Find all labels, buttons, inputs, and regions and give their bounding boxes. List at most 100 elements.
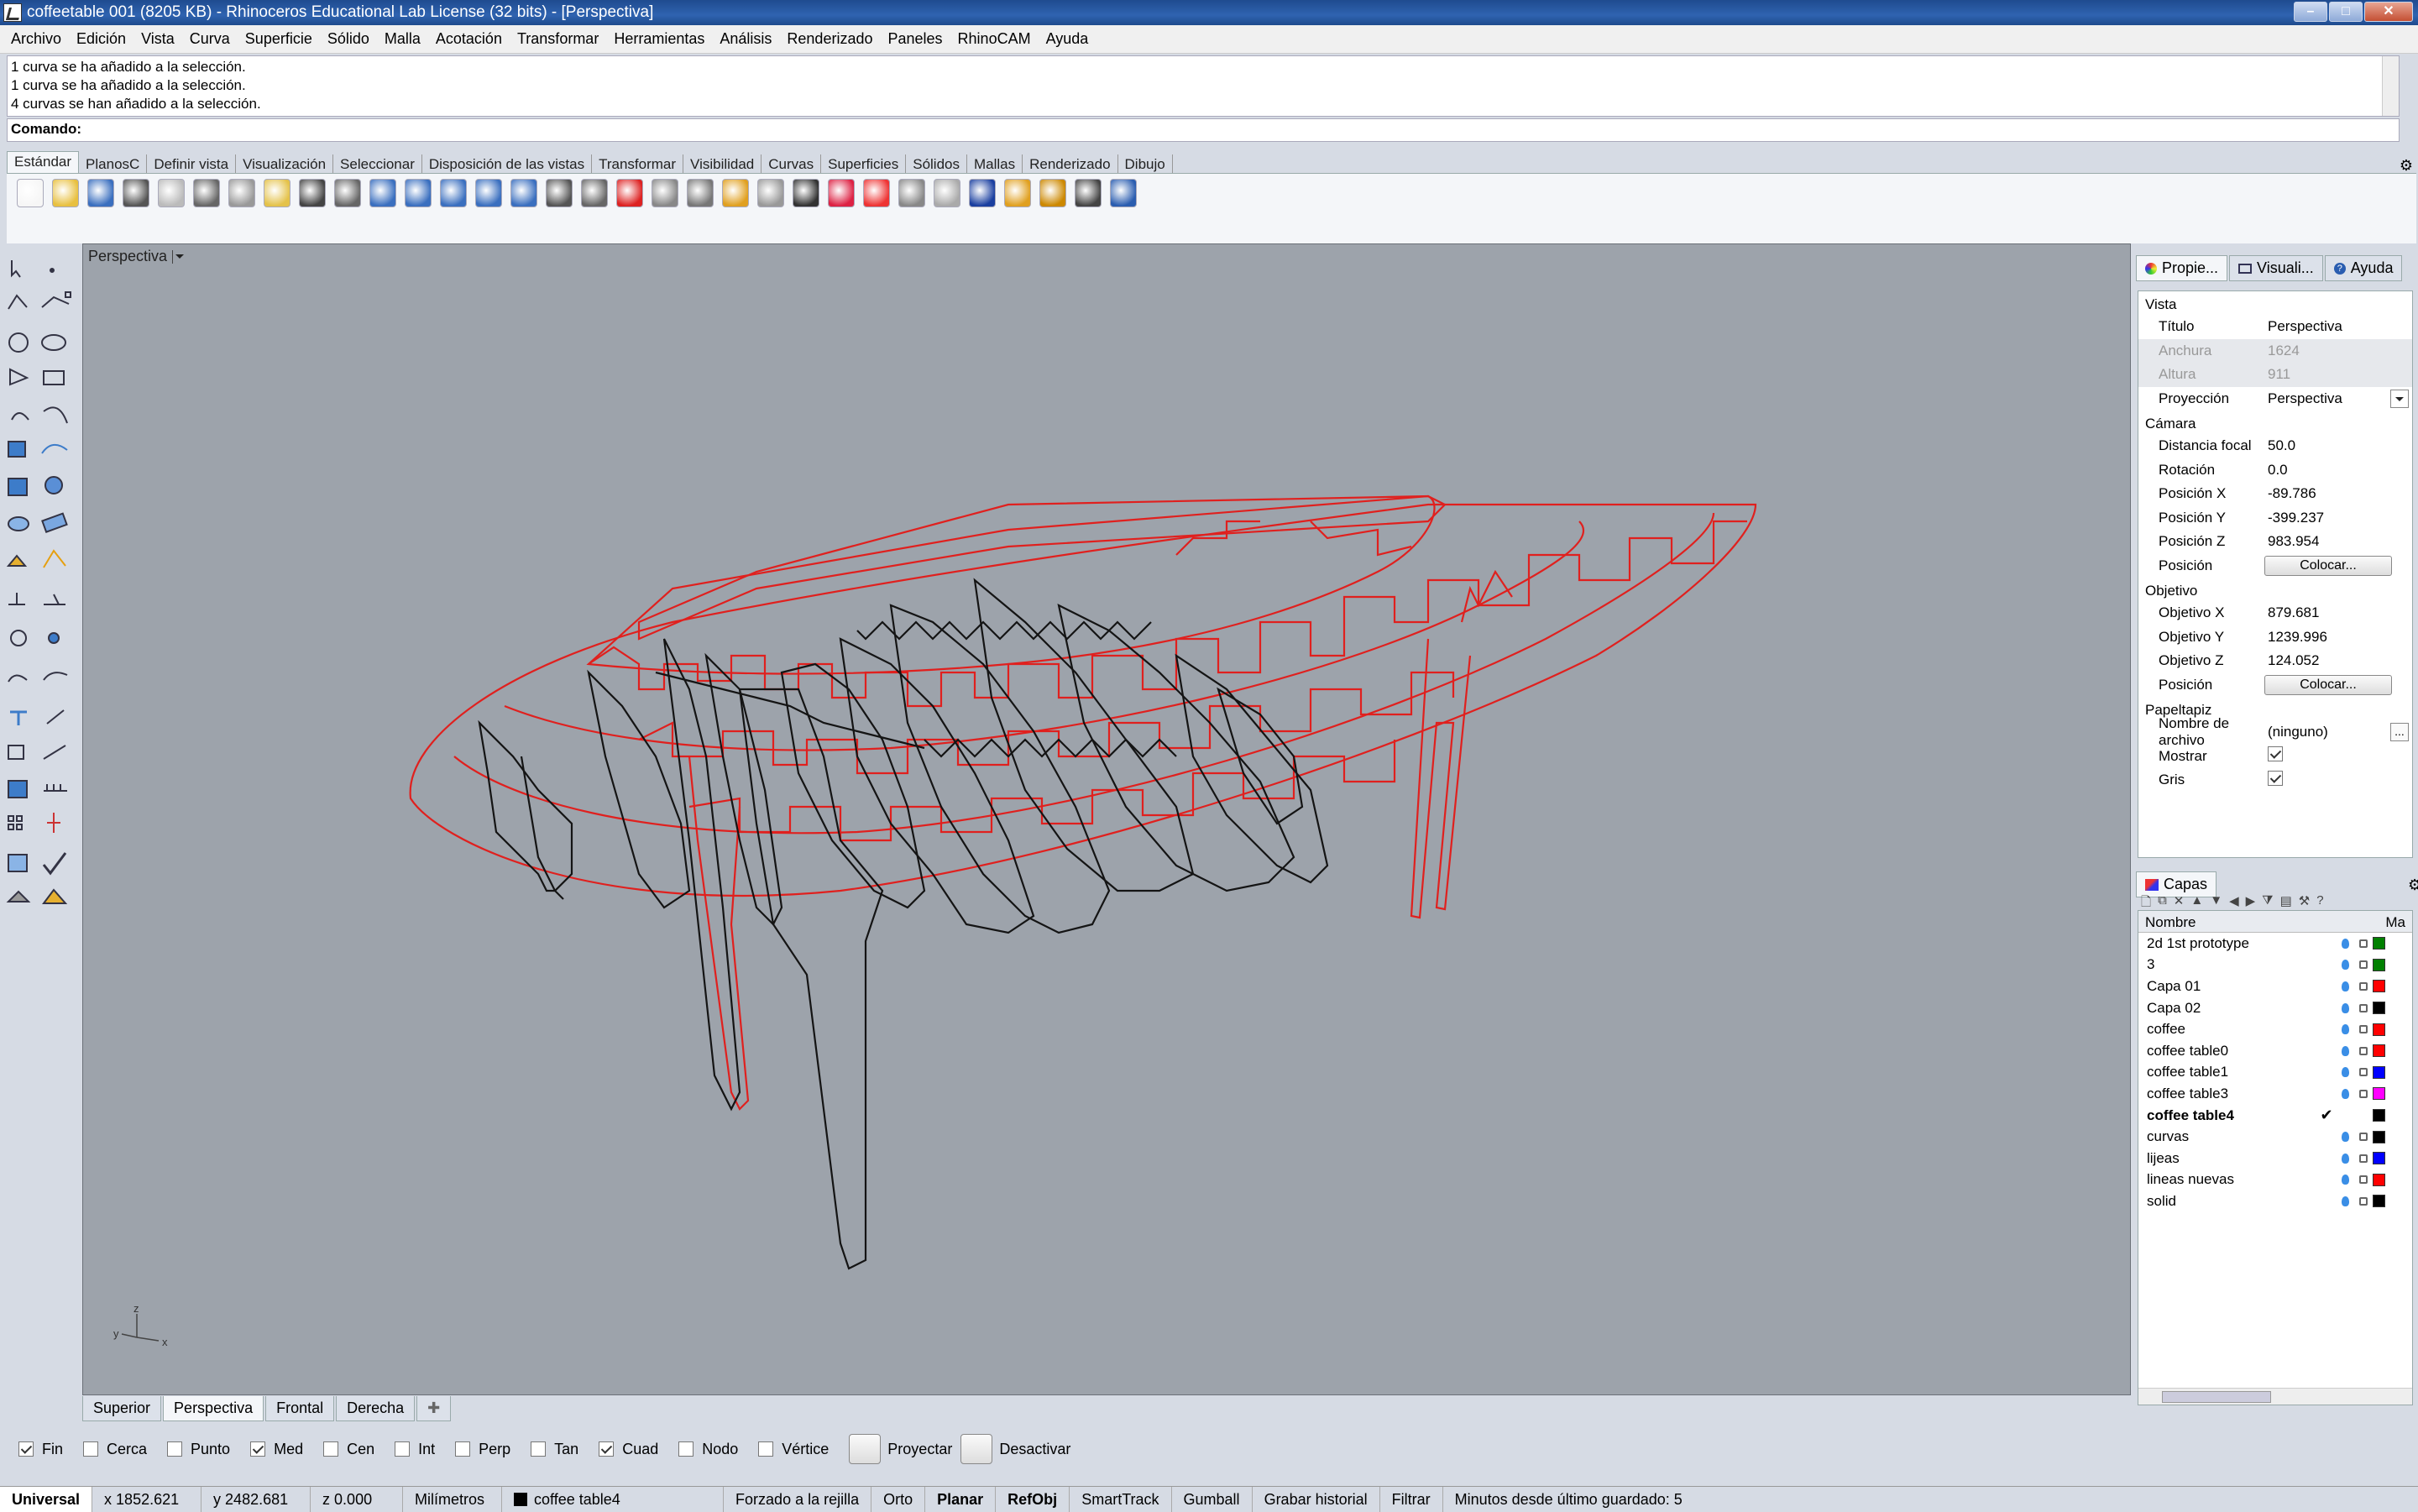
layers-help-icon[interactable]: ? — [2316, 893, 2323, 910]
grid-snap-toggle[interactable]: Forzado a la rejilla — [724, 1486, 872, 1512]
menu-paneles[interactable]: Paneles — [880, 30, 950, 48]
camera-place-button[interactable]: Colocar... — [2264, 555, 2392, 576]
render-blue-icon[interactable] — [969, 179, 996, 207]
osnap-checkbox[interactable] — [678, 1441, 694, 1457]
layer-lock-icon[interactable] — [2354, 1065, 2373, 1079]
layers-material-header[interactable]: Ma — [2385, 914, 2405, 930]
layer-name[interactable]: coffee table0 — [2147, 1043, 2336, 1059]
layer-visibility-bulb-icon[interactable] — [2336, 1152, 2354, 1165]
layer-color-swatch[interactable] — [2373, 1002, 2385, 1015]
layer-lock-icon[interactable] — [2354, 1130, 2373, 1143]
import-icon[interactable] — [158, 179, 185, 207]
layer-color-swatch[interactable] — [2373, 980, 2385, 993]
history-scrollbar[interactable] — [2382, 56, 2399, 116]
menu-transformar[interactable]: Transformar — [510, 30, 606, 48]
tab-display[interactable]: Visuali... — [2229, 255, 2323, 281]
move-out-icon[interactable]: ◀ — [2229, 893, 2239, 910]
osnap-cerca[interactable]: Cerca — [83, 1441, 147, 1458]
layer-visibility-bulb-icon[interactable] — [2336, 980, 2354, 993]
tab-perspectiva[interactable]: Perspectiva — [163, 1396, 264, 1421]
menu-solido[interactable]: Sólido — [320, 30, 377, 48]
layer-visibility-bulb-icon[interactable] — [2336, 1087, 2354, 1101]
menu-malla[interactable]: Malla — [377, 30, 428, 48]
tab-derecha[interactable]: Derecha — [336, 1396, 416, 1421]
layer-name[interactable]: coffee table3 — [2147, 1086, 2336, 1102]
layer-lock-icon[interactable] — [2354, 1173, 2373, 1186]
tab-transformar[interactable]: Transformar — [592, 154, 684, 175]
projection-dropdown-icon[interactable] — [2390, 389, 2409, 408]
tab-solidos[interactable]: Sólidos — [906, 154, 967, 175]
osnap-checkbox[interactable] — [395, 1441, 411, 1457]
layer-row[interactable]: curvas — [2138, 1126, 2412, 1148]
layer-row[interactable]: coffee table0 — [2138, 1040, 2412, 1062]
layer-visibility-bulb-icon[interactable] — [2336, 1173, 2354, 1186]
layer-row[interactable]: coffee table4 ✔ — [2138, 1105, 2412, 1127]
lock-icon[interactable] — [793, 179, 819, 207]
light-icon[interactable] — [757, 179, 784, 207]
menu-edicion[interactable]: Edición — [69, 30, 133, 48]
ortho-toggle[interactable]: Orto — [871, 1486, 926, 1512]
layer-row[interactable]: coffee — [2138, 1018, 2412, 1040]
layer-color-swatch[interactable] — [2373, 958, 2385, 971]
cut-icon[interactable] — [193, 179, 220, 207]
toggle-icon[interactable] — [652, 179, 678, 207]
menu-superficie[interactable]: Superficie — [238, 30, 320, 48]
layer-visibility-bulb-icon[interactable] — [2336, 937, 2354, 950]
layer-row[interactable]: coffee table3 — [2138, 1083, 2412, 1105]
menu-curva[interactable]: Curva — [182, 30, 238, 48]
osnap-toggle[interactable]: RefObj — [996, 1486, 1070, 1512]
layer-row[interactable]: solid — [2138, 1190, 2412, 1212]
tab-superficies[interactable]: Superficies — [821, 154, 907, 175]
four-views-icon[interactable] — [581, 179, 608, 207]
osnap-checkbox[interactable] — [83, 1441, 99, 1457]
layer-lock-icon[interactable] — [2354, 1044, 2373, 1058]
layer-lock-icon[interactable] — [2354, 937, 2373, 950]
layer-name[interactable]: coffee — [2147, 1021, 2336, 1038]
move-down-icon[interactable]: ▼ — [2210, 893, 2222, 910]
layer-row[interactable]: 3 — [2138, 955, 2412, 976]
grey-wallpaper-checkbox[interactable] — [2268, 770, 2283, 786]
osnap-punto[interactable]: Punto — [167, 1441, 230, 1458]
tab-help[interactable]: ? Ayuda — [2324, 255, 2403, 281]
projection-select[interactable]: Perspectiva — [2264, 390, 2390, 407]
record-history-toggle[interactable]: Grabar historial — [1253, 1486, 1380, 1512]
layer-tools-icon[interactable]: ▤ — [2280, 893, 2292, 910]
layer-row[interactable]: lijeas — [2138, 1148, 2412, 1169]
osnap-vrtice[interactable]: Vértice — [758, 1441, 829, 1458]
wallpaper-file-field[interactable]: (ninguno) — [2264, 724, 2390, 740]
layer-row[interactable]: Capa 02 — [2138, 997, 2412, 1019]
minimize-button[interactable]: – — [2294, 2, 2327, 22]
osnap-med[interactable]: Med — [250, 1441, 303, 1458]
camera-x-field[interactable]: -89.786 — [2264, 485, 2412, 502]
planar-toggle[interactable]: Planar — [925, 1486, 997, 1512]
zoom-icon[interactable] — [405, 179, 432, 207]
layer-visibility-bulb-icon[interactable] — [2336, 1044, 2354, 1058]
layer-lock-icon[interactable] — [2354, 1152, 2373, 1165]
render-sphere-icon[interactable] — [934, 179, 960, 207]
move-up-icon[interactable]: ▲ — [2190, 893, 2203, 910]
new-file-icon[interactable] — [17, 179, 44, 207]
print-icon[interactable] — [123, 179, 149, 207]
layer-color-swatch[interactable] — [2373, 1109, 2385, 1122]
tab-renderizado[interactable]: Renderizado — [1023, 154, 1118, 175]
camera-y-field[interactable]: -399.237 — [2264, 510, 2412, 526]
layer-name[interactable]: lijeas — [2147, 1150, 2336, 1167]
tab-visibilidad[interactable]: Visibilidad — [683, 154, 762, 175]
close-button[interactable]: ✕ — [2364, 2, 2413, 22]
tab-properties[interactable]: Propie... — [2136, 255, 2228, 281]
tab-superior[interactable]: Superior — [82, 1396, 162, 1421]
target-y-field[interactable]: 1239.996 — [2264, 629, 2412, 646]
tab-disposicion[interactable]: Disposición de las vistas — [422, 154, 593, 175]
menu-archivo[interactable]: Archivo — [3, 30, 69, 48]
layer-name[interactable]: 3 — [2147, 956, 2336, 973]
menu-acotacion[interactable]: Acotación — [428, 30, 510, 48]
command-line[interactable]: Comando: — [7, 118, 2400, 142]
layer-color-swatch[interactable] — [2373, 937, 2385, 950]
layer-name[interactable]: lineas nuevas — [2147, 1171, 2336, 1188]
layer-lock-icon[interactable] — [2354, 1195, 2373, 1208]
layer-name[interactable]: curvas — [2147, 1128, 2336, 1145]
osnap-nodo[interactable]: Nodo — [678, 1441, 738, 1458]
layer-color-swatch[interactable] — [2373, 1152, 2385, 1165]
layer-row[interactable]: lineas nuevas — [2138, 1169, 2412, 1191]
rotate-view-icon[interactable] — [546, 179, 573, 207]
